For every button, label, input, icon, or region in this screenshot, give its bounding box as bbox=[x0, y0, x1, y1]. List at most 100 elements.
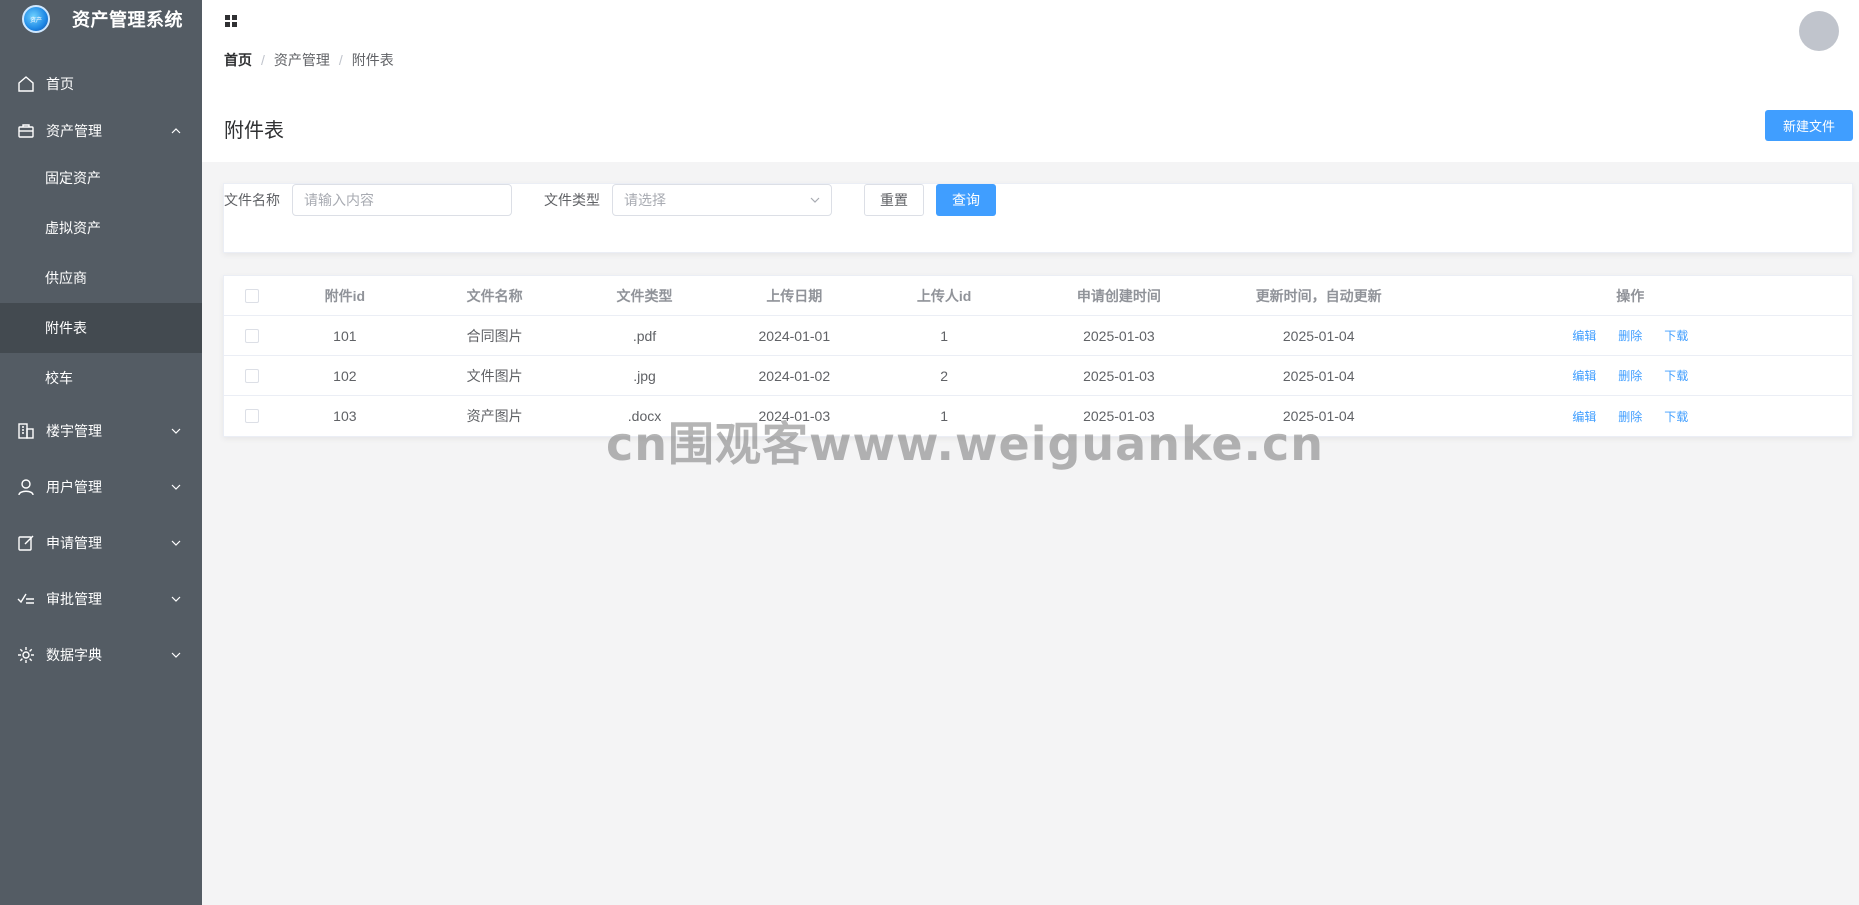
column-header: 操作 bbox=[1616, 287, 1645, 304]
cell-uploader: 1 bbox=[940, 327, 949, 344]
gear-icon bbox=[16, 645, 36, 665]
column-header: 文件名称 bbox=[466, 287, 523, 304]
cell-id: 101 bbox=[333, 327, 357, 344]
row-checkbox[interactable] bbox=[244, 328, 259, 343]
logo-text-mark: 资产 bbox=[29, 17, 42, 24]
sidebar-item-label: 审批管理 bbox=[46, 591, 102, 607]
cell-ops: 编辑 删除 下载 bbox=[1409, 367, 1852, 384]
cell-date: 2024-01-01 bbox=[758, 327, 831, 344]
search-row: 文件名称 文件类型 请选择 重置 查询 bbox=[224, 184, 996, 216]
file-type-select[interactable]: 请选择 bbox=[612, 184, 832, 216]
header-checkbox-cell bbox=[224, 288, 280, 303]
avatar[interactable] bbox=[1799, 11, 1839, 51]
sidebar-item-building-management[interactable]: 楼宇管理 bbox=[0, 403, 202, 459]
cell-updated: 2025-01-04 bbox=[1282, 408, 1355, 424]
app-title: 资产管理系统 bbox=[72, 10, 183, 30]
row-checkbox[interactable] bbox=[244, 409, 259, 423]
sidebar-subitem-suppliers[interactable]: 供应商 bbox=[0, 253, 202, 303]
chevron-up-icon bbox=[170, 125, 182, 137]
file-name-label: 文件名称 bbox=[224, 192, 280, 208]
sidebar-subitem-virtual-assets[interactable]: 虚拟资产 bbox=[0, 203, 202, 253]
delete-link[interactable]: 删除 bbox=[1618, 369, 1642, 383]
edit-link[interactable]: 编辑 bbox=[1572, 410, 1596, 424]
download-link[interactable]: 下载 bbox=[1664, 329, 1688, 343]
cell-uploader: 1 bbox=[940, 408, 949, 424]
cell-created: 2025-01-03 bbox=[1083, 327, 1155, 344]
briefcase-icon bbox=[16, 121, 36, 141]
table-header-row: 附件id 文件名称 文件类型 上传日期 上传人id 申请创建时间 更新时间，自动… bbox=[224, 276, 1852, 316]
sidebar-item-label: 数据字典 bbox=[46, 647, 102, 663]
chevron-down-icon bbox=[170, 481, 182, 493]
chevron-down-icon bbox=[170, 593, 182, 605]
edit-icon bbox=[16, 533, 36, 553]
building-icon bbox=[16, 421, 36, 441]
cell-type: .pdf bbox=[632, 327, 657, 344]
home-icon bbox=[16, 74, 36, 94]
search-panel: 文件名称 文件类型 请选择 重置 查询 bbox=[223, 183, 1853, 253]
header: 首页 / 资产管理 / 附件表 附件表 新建文件 bbox=[202, 0, 1859, 162]
row-checkbox-cell bbox=[224, 409, 280, 423]
sidebar-subitem-attachments[interactable]: 附件表 bbox=[0, 303, 202, 353]
sidebar-item-label: 楼宇管理 bbox=[46, 423, 102, 439]
cell-updated: 2025-01-04 bbox=[1282, 367, 1355, 384]
edit-link[interactable]: 编辑 bbox=[1572, 369, 1596, 383]
chevron-down-icon bbox=[810, 192, 820, 208]
sidebar-item-approval-management[interactable]: 审批管理 bbox=[0, 571, 202, 627]
cell-type: .docx bbox=[627, 408, 662, 424]
download-link[interactable]: 下载 bbox=[1664, 410, 1688, 424]
table-row: 103 资产图片 .docx 2024-01-03 1 2025-01-03 2… bbox=[224, 396, 1852, 436]
cell-name: 资产图片 bbox=[466, 408, 523, 424]
grid-icon[interactable] bbox=[224, 14, 238, 28]
select-all-checkbox[interactable] bbox=[244, 288, 259, 303]
file-type-placeholder: 请选择 bbox=[624, 192, 666, 208]
sidebar-menu: 首页 资产管理 固定资产 虚拟资产 供应商 附件表 校车 楼宇管理 用户管理 申… bbox=[0, 56, 202, 683]
delete-link[interactable]: 删除 bbox=[1618, 410, 1642, 424]
reset-button[interactable]: 重置 bbox=[864, 184, 924, 216]
sidebar-item-label: 申请管理 bbox=[46, 535, 102, 551]
logo-icon: 资产 bbox=[22, 5, 50, 33]
breadcrumb-separator: / bbox=[338, 52, 343, 68]
sidebar-item-user-management[interactable]: 用户管理 bbox=[0, 459, 202, 515]
cell-date: 2024-01-02 bbox=[758, 367, 831, 384]
breadcrumb-home[interactable]: 首页 bbox=[224, 50, 252, 70]
logo-row: 资产 资产管理系统 bbox=[0, 0, 202, 38]
column-header: 上传日期 bbox=[766, 287, 823, 304]
row-checkbox[interactable] bbox=[244, 368, 259, 383]
delete-link[interactable]: 删除 bbox=[1618, 329, 1642, 343]
row-checkbox-cell bbox=[224, 368, 280, 383]
cell-ops: 编辑 删除 下载 bbox=[1409, 327, 1852, 344]
query-button[interactable]: 查询 bbox=[936, 184, 996, 216]
table-row: 102 文件图片 .jpg 2024-01-02 2 2025-01-03 20… bbox=[224, 356, 1852, 396]
edit-link[interactable]: 编辑 bbox=[1572, 329, 1596, 343]
breadcrumb-current: 附件表 bbox=[351, 52, 394, 68]
table-row: 101 合同图片 .pdf 2024-01-01 1 2025-01-03 20… bbox=[224, 316, 1852, 356]
sidebar: 资产 资产管理系统 首页 资产管理 固定资产 虚拟资产 供应商 附件表 校车 楼… bbox=[0, 0, 202, 905]
row-checkbox-cell bbox=[224, 328, 280, 343]
sidebar-item-label: 用户管理 bbox=[46, 479, 102, 495]
column-header: 更新时间，自动更新 bbox=[1255, 287, 1382, 304]
sidebar-item-application-management[interactable]: 申请管理 bbox=[0, 515, 202, 571]
column-header: 附件id bbox=[324, 287, 366, 304]
cell-ops: 编辑 删除 下载 bbox=[1409, 408, 1852, 425]
sidebar-subitem-school-bus[interactable]: 校车 bbox=[0, 353, 202, 403]
breadcrumb-asset-management[interactable]: 资产管理 bbox=[274, 50, 330, 70]
chevron-down-icon bbox=[170, 537, 182, 549]
column-header: 文件类型 bbox=[616, 287, 673, 304]
cell-id: 103 bbox=[333, 408, 357, 424]
file-name-input[interactable] bbox=[292, 184, 512, 216]
cell-updated: 2025-01-04 bbox=[1282, 327, 1355, 344]
sidebar-item-asset-management[interactable]: 资产管理 bbox=[0, 103, 202, 159]
cell-name: 合同图片 bbox=[466, 327, 523, 344]
user-icon bbox=[16, 477, 36, 497]
cell-id: 102 bbox=[333, 367, 357, 384]
cell-date: 2024-01-03 bbox=[758, 408, 831, 424]
new-file-button[interactable]: 新建文件 bbox=[1765, 110, 1853, 141]
cell-type: .jpg bbox=[633, 367, 656, 384]
checklist-icon bbox=[16, 589, 36, 609]
breadcrumb-separator: / bbox=[261, 52, 265, 68]
download-link[interactable]: 下载 bbox=[1664, 369, 1688, 383]
cell-name: 文件图片 bbox=[466, 367, 523, 384]
sidebar-subitem-fixed-assets[interactable]: 固定资产 bbox=[0, 153, 202, 203]
column-header: 上传人id bbox=[916, 287, 972, 304]
sidebar-item-data-dictionary[interactable]: 数据字典 bbox=[0, 627, 202, 683]
